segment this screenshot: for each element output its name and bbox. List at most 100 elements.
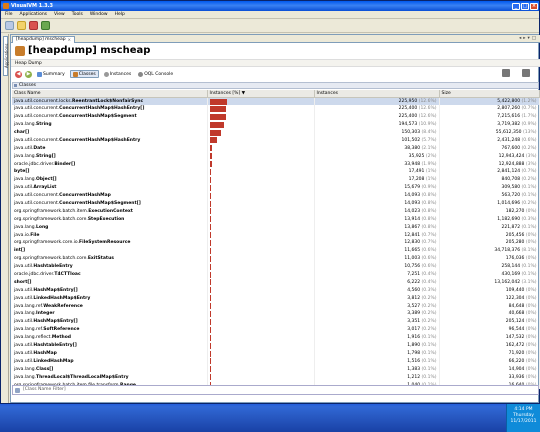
table-row[interactable]: oracle.jdbc.driver.Binder[] 33,948 (1.9%)… [12,160,540,169]
table-row[interactable]: org.springframework.batch.core.ExitStatu… [12,254,540,263]
summary-button[interactable]: Summary [35,70,67,78]
class-name-cell: org.springframework.batch.core.ExitStatu… [12,254,208,263]
size-percent: (0.9%) [521,122,537,128]
class-name-cell: java.lang.reflect.Method [12,333,208,342]
table-row[interactable]: java.io.File 12,841 (0.7%) 205,456 (0%) [12,231,540,240]
table-row[interactable]: java.util.LinkedHashMap 1,516 (0.1%) 66,22… [12,357,540,366]
table-row[interactable]: char[] 150,303 (8.4%) 55,612,350 (13%) [12,128,540,137]
table-row[interactable]: java.util.HashtableEntry 10,756 (0.6%) 258… [12,262,540,271]
table-row[interactable]: java.lang.Object[] 17,208 (1%) 840,708 (0.… [12,175,540,184]
instances-pct-cell [207,325,315,334]
add-remote-host-icon[interactable] [29,21,38,30]
menu-view[interactable]: View [54,12,65,17]
load-snapshot-icon[interactable] [5,21,14,30]
table-row[interactable]: java.util.HashMap$Entry[] 3,351 (0.2%) 205… [12,317,540,326]
instances-percent: (0.1%) [421,358,437,364]
menu-help[interactable]: Help [115,12,125,17]
table-row[interactable]: java.util.concurrent.locks.ReentrantLock… [12,97,540,105]
table-row[interactable]: java.util.Date 38,380 (2.1%) 767,600 (0.2%… [12,144,540,153]
class-package: org.springframework.batch.item. [14,208,89,214]
table-row[interactable]: java.lang.Integer 3,389 (0.2%) 40,668 (0%) [12,310,540,318]
instances-cell: 7,251 (0.4%) [314,270,440,279]
menu-tools[interactable]: Tools [72,12,83,17]
table-row[interactable]: java.lang.reflect.Method 1,916 (0.1%) 147,… [12,333,540,342]
table-row[interactable]: org.springframework.batch.item.Execution… [12,207,540,216]
system-tray-clock[interactable]: 4:14 PM Thursday 11/17/2011 [506,404,540,432]
class-simple-name: FileSystemResource [79,240,131,246]
instances-bar [209,271,211,278]
size-percent: (8.1%) [521,248,537,254]
tab-controls[interactable]: ◂▸▾□ [519,36,538,41]
instances-pct-cell [207,191,315,200]
instances-pct-cell [207,349,315,358]
add-jmx-icon[interactable] [17,21,26,30]
menu-applications[interactable]: Applications [20,12,48,17]
class-name-cell: java.util.LinkedHashMap$Entry [12,294,208,303]
class-package: java.lang.ref. [14,303,44,309]
add-core-dump-icon[interactable] [41,21,50,30]
minimize-button[interactable]: _ [512,2,520,10]
instances-percent: (0.6%) [421,256,437,262]
instances-label: Instances [109,71,132,77]
instances-cell: 12,841 (0.7%) [314,231,440,240]
column-instances-pct[interactable]: Instances [%] ▼ [207,90,315,98]
table-row[interactable]: oracle.jdbc.driver.T4CTTIoac 7,251 (0.4%)… [12,270,540,279]
table-row[interactable]: java.util.concurrent.ConcurrentHashMap 14… [12,191,540,200]
size-value: 71,920 [508,350,525,356]
table-row[interactable]: org.springframework.core.io.FileSystemRe… [12,239,540,247]
instances-button[interactable]: Instances [102,70,134,78]
column-instances[interactable]: Instances [314,90,440,98]
applications-tab[interactable]: Applications [3,36,9,76]
table-row[interactable]: java.util.concurrent.ConcurrentHashMap$H… [12,136,540,145]
tab-heapdump[interactable]: [heapdump] mscheap × [12,36,75,43]
size-cell: 12,924,888 (3%) [439,160,540,169]
table-row[interactable]: byte[] 17,491 (1%) 2,841,124 (0.7%) [12,168,540,176]
menu-bar: File Applications View Tools Window Help [1,11,539,19]
table-row[interactable]: java.util.HashMap$Entry[] 4,560 (0.3%) 109… [12,286,540,295]
forward-arrow-icon[interactable]: ▶ [25,70,32,78]
titlebar[interactable]: VisualVM 1.3.3 _ □ × [1,1,539,11]
classes-button[interactable]: Classes [69,70,99,78]
table-row[interactable]: short[] 6,222 (0.4%) 13,162,042 (3.1%) [12,278,540,287]
size-value: 430,169 [501,272,521,278]
class-simple-name: String [36,122,52,128]
table-row[interactable]: int[] 11,665 (0.6%) 34,718,376 (8.1%) [12,246,540,255]
close-button[interactable]: × [530,2,538,10]
class-package: java.lang. [14,366,37,372]
class-name-filter[interactable]: [Class Name Filter] [12,385,539,395]
table-row[interactable]: java.util.concurrent.ConcurrentHashMap$S… [12,199,540,208]
oql-console-button[interactable]: OQL Console [136,70,175,78]
table-row[interactable]: java.util.HashMap 1,798 (0.1%) 71,920 (0%) [12,349,540,358]
settings-icon[interactable] [522,69,530,77]
class-name-cell: java.util.HashtableEntry[] [12,341,208,350]
table-row[interactable]: java.util.concurrent.ConcurrentHashMap$H… [12,104,540,113]
instances-percent: (0.6%) [421,248,437,254]
instances-cell: 35,925 (2%) [314,152,440,161]
table-row[interactable]: java.util.LinkedHashMap$Entry 3,812 (0.2%… [12,294,540,303]
column-size[interactable]: Size [439,90,540,98]
size-cell: 767,600 (0.2%) [439,144,540,153]
table-row[interactable]: org.springframework.batch.core.StepExecu… [12,215,540,224]
table-row[interactable]: java.lang.Class[] 1,383 (0.1%) 14,904 (0%) [12,365,540,374]
table-row[interactable]: java.lang.String 194,573 (10.9%) 3,719,382… [12,120,540,129]
instances-pct-cell [207,223,315,232]
tab-close-icon[interactable]: × [68,37,71,43]
menu-file[interactable]: File [5,12,13,17]
table-row[interactable]: java.lang.String[] 35,925 (2%) 12,943,424 … [12,152,540,161]
table-row[interactable]: java.lang.ref.SoftReference 3,017 (0.2%) 9… [12,325,540,334]
class-simple-name: ConcurrentHashMap$HashEntry[] [59,106,145,112]
class-name-cell: java.lang.Class[] [12,365,208,374]
compare-icon[interactable] [502,69,510,77]
table-row[interactable]: java.lang.ref.WeakReference 3,527 (0.2%) 8… [12,302,540,311]
table-row[interactable]: java.lang.Long 13,867 (0.8%) 221,872 (0.1%… [12,223,540,232]
class-name-cell: java.util.Date [12,144,208,153]
filter-icon[interactable] [15,388,20,393]
back-arrow-icon[interactable]: ◀ [15,70,22,78]
table-row[interactable]: java.util.HashtableEntry[] 1,890 (0.1%) 16… [12,341,540,350]
menu-window[interactable]: Window [90,12,108,17]
column-class-name[interactable]: Class Name [12,90,208,98]
table-row[interactable]: java.util.concurrent.ConcurrentHashMap$S… [12,112,540,121]
table-row[interactable]: java.util.ArrayList 15,679 (0.9%) 309,580 … [12,183,540,192]
table-row[interactable]: java.lang.ThreadLocal$ThreadLocalMap$Ent… [12,373,540,382]
maximize-button[interactable]: □ [521,2,529,10]
